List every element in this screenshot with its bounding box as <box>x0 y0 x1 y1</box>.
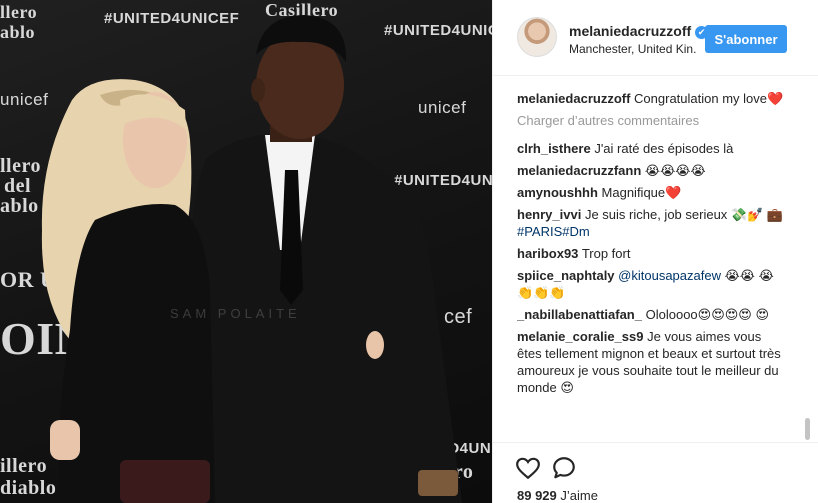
avatar[interactable] <box>517 17 557 57</box>
likes-label: J’aime <box>560 488 598 503</box>
comment-item: henry_ivvi Je suis riche, job serieux 💸💅… <box>517 206 787 240</box>
follow-button[interactable]: S'abonner <box>705 25 787 53</box>
couple-illustration <box>41 15 462 503</box>
comment-item: haribox93 Trop fort <box>517 245 787 262</box>
header-username[interactable]: melaniedacruzzoff <box>569 23 691 39</box>
comments-list[interactable]: melaniedacruzzoff Congratulation my love… <box>517 90 787 442</box>
comment-hashtag-link[interactable]: #PARIS#Dm <box>517 224 590 239</box>
comment-item: amynoushhh Magnifique❤️ <box>517 184 787 201</box>
caption: melaniedacruzzoff Congratulation my love… <box>517 90 787 107</box>
comment-text: J'ai raté des épisodes là <box>594 141 734 156</box>
likes-number: 89 929 <box>517 488 557 503</box>
comment-item: spiice_naphtaly @kitousapazafew 😭😭 😭👏👏👏 <box>517 267 787 301</box>
heart-icon[interactable] <box>515 455 541 481</box>
caption-text: Congratulation my love❤️ <box>634 91 784 106</box>
comment-text: Trop fort <box>581 246 631 261</box>
comment-item: clrh_isthere J'ai raté des épisodes là <box>517 140 787 157</box>
comment-text: Magnifique❤️ <box>601 185 682 200</box>
likes-count[interactable]: 89 929 J’aime <box>517 488 598 503</box>
instagram-post: #UNITED4UNICEF Casillero #UNITED4UNICEF … <box>0 0 818 503</box>
comment-username[interactable]: melaniedacruzzfann <box>517 163 641 178</box>
comment-item: melanie_coralie_ss9 Je vous aimes vous ê… <box>517 328 787 396</box>
caption-username[interactable]: melaniedacruzzoff <box>517 91 630 106</box>
comment-username[interactable]: clrh_isthere <box>517 141 591 156</box>
load-more-comments-link[interactable]: Charger d’autres commentaires <box>517 112 787 129</box>
post-header: melaniedacruzzoff ✔ Manchester, United Ki… <box>493 0 818 76</box>
comment-username[interactable]: henry_ivvi <box>517 207 581 222</box>
scrollbar-thumb[interactable] <box>805 418 810 440</box>
header-username-row: melaniedacruzzoff ✔ <box>569 23 709 39</box>
post-photo[interactable]: #UNITED4UNICEF Casillero #UNITED4UNICEF … <box>0 0 492 503</box>
comment-username[interactable]: amynoushhh <box>517 185 598 200</box>
comment-username[interactable]: _nabillabenattiafan_ <box>517 307 642 322</box>
comment-item: _nabillabenattiafan_ Ololoooo😍😍😍😍 😍 <box>517 306 787 323</box>
comments-scrollbar[interactable] <box>805 82 811 442</box>
comment-text: Je suis riche, job serieux 💸💅 💼 <box>584 207 784 222</box>
post-side-panel: melaniedacruzzoff ✔ Manchester, United Ki… <box>492 0 818 503</box>
comment-text: Ololoooo😍😍😍😍 😍 <box>645 307 770 322</box>
comment-username[interactable]: spiice_naphtaly <box>517 268 615 283</box>
comment-username[interactable]: melanie_coralie_ss9 <box>517 329 643 344</box>
comment-text: 😭😭😭😭 <box>644 163 706 178</box>
comment-username[interactable]: haribox93 <box>517 246 578 261</box>
post-actions: 89 929 J’aime <box>493 442 818 503</box>
photo-watermark: SAM POLAITE <box>170 306 301 321</box>
header-location[interactable]: Manchester, United Kin... <box>569 42 697 56</box>
comment-mention-link[interactable]: @kitousapazafew <box>618 268 721 283</box>
speech-bubble-icon[interactable] <box>551 455 577 481</box>
comment-item: melaniedacruzzfann 😭😭😭😭 <box>517 162 787 179</box>
